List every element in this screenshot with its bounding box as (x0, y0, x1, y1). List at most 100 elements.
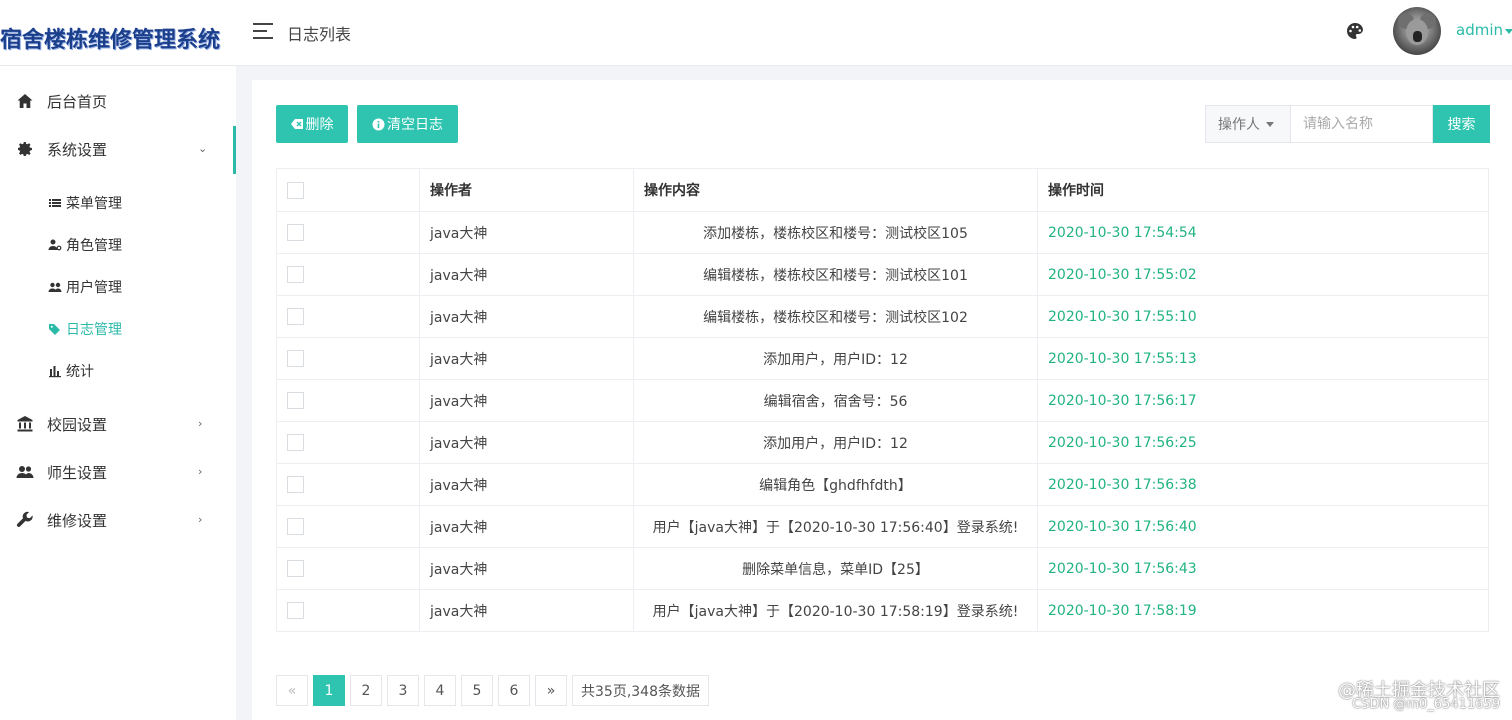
row-checkbox[interactable] (287, 434, 304, 451)
app-logo: 宿舍楼栋维修管理系统 (0, 27, 221, 53)
time-cell: 2020-10-30 17:55:02 (1037, 253, 1489, 296)
select-all-cell (276, 168, 420, 212)
gear-icon (18, 142, 32, 156)
table-row[interactable]: java大神 删除菜单信息，菜单ID【25】 2020-10-30 17:56:43 (276, 547, 1489, 590)
sidebar-item-role-management[interactable]: 角色管理 (0, 224, 236, 266)
row-checkbox[interactable] (287, 392, 304, 409)
content-cell: 添加用户，用户ID：12 (633, 337, 1038, 380)
sidebar-item-label: 维修设置 (47, 512, 108, 530)
chevron-right-icon: › (198, 417, 203, 430)
row-checkbox[interactable] (287, 266, 304, 283)
sidebar-sub-label: 日志管理 (66, 322, 122, 338)
table-row[interactable]: java大神 添加楼栋，楼栋校区和楼号：测试校区105 2020-10-30 17:… (276, 211, 1489, 254)
top-header: 宿舍楼栋维修管理系统 日志列表 admin (0, 0, 1512, 66)
clear-log-button[interactable]: 清空日志 (357, 105, 458, 143)
prev-page-button[interactable]: « (276, 675, 308, 706)
sidebar-item-label: 后台首页 (47, 93, 108, 111)
page-button-3[interactable]: 3 (387, 675, 419, 706)
menu-toggle-icon[interactable] (253, 23, 273, 39)
sidebar-item-user-management[interactable]: 用户管理 (0, 266, 236, 308)
log-table: 操作者 操作内容 操作时间 java大神 添加楼栋，楼栋校区和楼号：测试校区105… (276, 168, 1489, 632)
palette-icon[interactable] (1346, 22, 1364, 40)
operator-cell: java大神 (419, 421, 634, 464)
sidebar-item-teachers-students[interactable]: 师生设置 › (0, 449, 236, 497)
search-input[interactable] (1290, 105, 1433, 143)
column-header-operator: 操作者 (419, 168, 634, 212)
row-checkbox[interactable] (287, 350, 304, 367)
table-row[interactable]: java大神 用户【java大神】于【2020-10-30 17:58:19】登录… (276, 589, 1489, 632)
delete-button[interactable]: 删除 (276, 105, 348, 143)
column-header-content: 操作内容 (633, 168, 1038, 212)
sidebar-item-label: 校园设置 (47, 416, 108, 434)
sidebar-item-menu-management[interactable]: 菜单管理 (0, 182, 236, 224)
user-avatar[interactable] (1393, 7, 1441, 55)
operator-cell: java大神 (419, 295, 634, 338)
content-cell: 用户【java大神】于【2020-10-30 17:56:40】登录系统! (633, 505, 1038, 548)
row-select-cell (276, 589, 420, 632)
table-row[interactable]: java大神 编辑楼栋，楼栋校区和楼号：测试校区101 2020-10-30 17:… (276, 253, 1489, 296)
page-title: 日志列表 (287, 25, 352, 44)
sidebar-sub-label: 角色管理 (66, 238, 122, 254)
row-select-cell (276, 295, 420, 338)
row-checkbox[interactable] (287, 476, 304, 493)
row-checkbox[interactable] (287, 518, 304, 535)
watermark-line2: CSDN @m0_65411659 (1352, 697, 1500, 712)
chevron-down-icon: ⌄ (198, 142, 208, 155)
chevron-right-icon: › (198, 513, 203, 526)
delete-icon (290, 119, 303, 129)
clear-log-label: 清空日志 (387, 117, 443, 133)
time-cell: 2020-10-30 17:55:13 (1037, 337, 1489, 380)
operator-cell: java大神 (419, 505, 634, 548)
sidebar-sub-label: 菜单管理 (66, 196, 122, 212)
sidebar-item-log-management[interactable]: 日志管理 (0, 308, 236, 350)
operator-cell: java大神 (419, 211, 634, 254)
page-button-4[interactable]: 4 (424, 675, 456, 706)
row-checkbox[interactable] (287, 308, 304, 325)
sidebar-item-campus[interactable]: 校园设置 › (0, 401, 236, 449)
row-checkbox[interactable] (287, 224, 304, 241)
time-cell: 2020-10-30 17:55:10 (1037, 295, 1489, 338)
sidebar-item-home[interactable]: 后台首页 (0, 78, 236, 126)
search-button[interactable]: 搜索 (1433, 105, 1490, 143)
bank-icon (17, 416, 33, 432)
caret-down-icon (1266, 121, 1274, 127)
user-key-icon (48, 239, 62, 251)
table-row[interactable]: java大神 添加用户，用户ID：12 2020-10-30 17:55:13 (276, 337, 1489, 380)
wrench-icon (16, 511, 33, 527)
row-checkbox[interactable] (287, 560, 304, 577)
page-button-5[interactable]: 5 (461, 675, 493, 706)
page-button-1[interactable]: 1 (313, 675, 345, 706)
select-all-checkbox[interactable] (287, 181, 304, 199)
caret-down-icon[interactable] (1505, 29, 1512, 34)
people-icon (16, 466, 34, 478)
row-select-cell (276, 421, 420, 464)
table-row[interactable]: java大神 编辑宿舍，宿舍号：56 2020-10-30 17:56:17 (276, 379, 1489, 422)
user-menu[interactable]: admin (1456, 21, 1503, 39)
sidebar-item-system[interactable]: 系统设置 ⌄ (0, 126, 236, 174)
table-row[interactable]: java大神 用户【java大神】于【2020-10-30 17:56:40】登录… (276, 505, 1489, 548)
table-row[interactable]: java大神 添加用户，用户ID：12 2020-10-30 17:56:25 (276, 421, 1489, 464)
table-body: java大神 添加楼栋，楼栋校区和楼号：测试校区105 2020-10-30 17:… (276, 211, 1489, 632)
operator-cell: java大神 (419, 337, 634, 380)
table-row[interactable]: java大神 编辑楼栋，楼栋校区和楼号：测试校区102 2020-10-30 17:… (276, 295, 1489, 338)
row-select-cell (276, 211, 420, 254)
pagination-summary: 共35页,348条数据 (572, 675, 709, 706)
operator-cell: java大神 (419, 589, 634, 632)
main-content: 删除 清空日志 操作人 搜索 操作者 操作内容 操作时间 java大神添加楼栋，… (252, 80, 1512, 720)
operator-cell: java大神 (419, 253, 634, 296)
page-button-2[interactable]: 2 (350, 675, 382, 706)
next-page-button[interactable]: » (535, 675, 567, 706)
row-checkbox[interactable] (287, 602, 304, 619)
row-select-cell (276, 463, 420, 506)
table-row[interactable]: java大神 编辑角色【ghdfhfdth】 2020-10-30 17:56:38 (276, 463, 1489, 506)
page-button-6[interactable]: 6 (498, 675, 530, 706)
tags-icon (49, 324, 60, 335)
content-cell: 编辑楼栋，楼栋校区和楼号：测试校区102 (633, 295, 1038, 338)
sidebar-item-statistics[interactable]: 统计 (0, 350, 236, 392)
sidebar-sub-label: 统计 (66, 364, 94, 380)
content-cell: 编辑角色【ghdfhfdth】 (633, 463, 1038, 506)
operator-select[interactable]: 操作人 (1205, 105, 1290, 143)
sidebar-item-repair[interactable]: 维修设置 › (0, 497, 236, 545)
list-icon (49, 199, 61, 207)
time-cell: 2020-10-30 17:56:17 (1037, 379, 1489, 422)
